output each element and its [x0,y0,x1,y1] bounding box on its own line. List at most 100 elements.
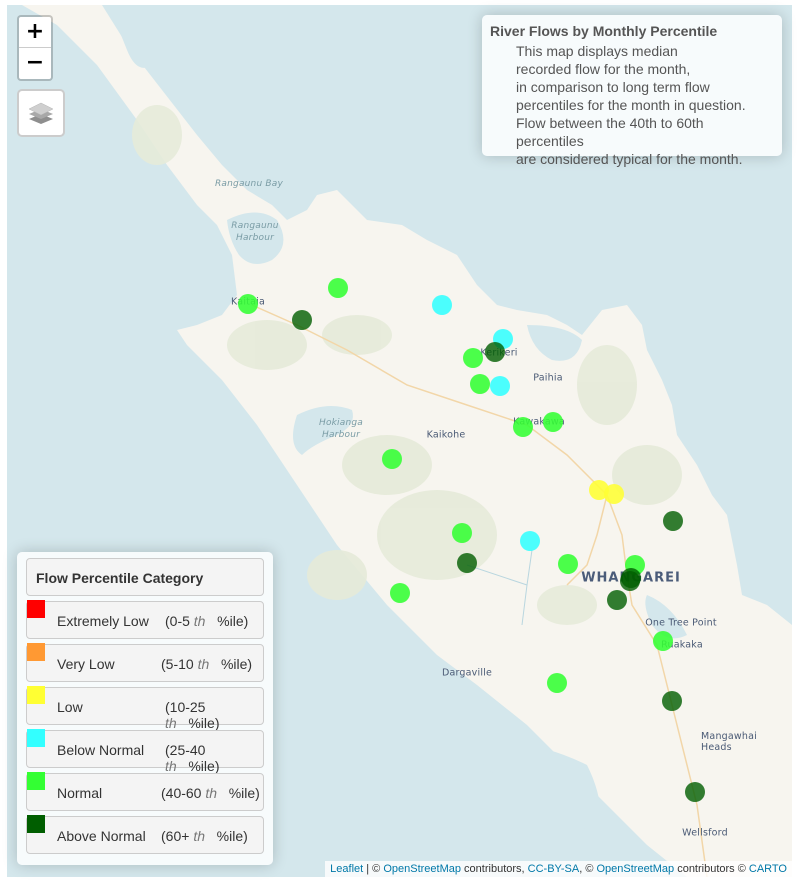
place-label-one-tree-point: One Tree Point [645,617,717,629]
station-marker-above-normal[interactable] [662,691,682,711]
legend-item-low: Low (10-25 th %ile) [26,686,264,731]
range-end: %ile) [216,828,248,844]
cc-by-sa-link[interactable]: CC-BY-SA [528,863,580,875]
zoom-control: + − [17,15,53,81]
zoom-out-button[interactable]: − [19,47,51,78]
range-th: th [193,828,205,844]
range-th: th [205,785,218,801]
range-th: th [193,613,206,629]
station-marker-above-normal[interactable] [620,571,640,591]
legend-item-above-normal: Above Normal (60+ th %ile) [26,815,264,854]
info-line: recorded flow for the month, [516,61,691,77]
leaflet-link[interactable]: Leaflet [330,863,363,875]
range-end: %ile) [217,613,249,629]
station-marker-normal[interactable] [513,417,533,437]
legend-title: Flow Percentile Category [26,558,264,596]
legend-item-below-normal: Below Normal (25-40 th %ile) [26,729,264,774]
legend-item-normal: Normal (40-60 th %ile) [26,772,264,811]
station-marker-above-normal[interactable] [685,782,705,802]
station-marker-normal[interactable] [653,631,673,651]
legend-range: (60+ th %ile) [161,828,248,844]
range-start: (0-5 [165,613,194,629]
station-marker-normal[interactable] [238,294,258,314]
range-th: th [165,715,177,731]
legend-swatch [27,643,45,661]
legend-swatch [27,772,45,790]
station-marker-above-normal[interactable] [485,342,505,362]
range-th: th [197,656,210,672]
range-th: th [165,758,177,774]
place-label-mangawhai-heads: Mangawhai Heads [701,731,757,753]
attribution-text: , © [579,863,597,875]
legend-label: Below Normal [57,742,145,758]
legend-range: (10-25 th %ile) [165,699,263,731]
legend-item-extremely-low: Extremely Low (0-5 th %ile) [26,600,264,639]
info-line: percentiles for the month in question. [516,97,746,113]
place-label-rangaunu-harbour: Rangaunu Harbour [231,221,279,243]
station-marker-normal[interactable] [390,583,410,603]
info-line: are considered typical for the month. [516,151,743,167]
station-marker-normal[interactable] [558,554,578,574]
osm-link[interactable]: OpenStreetMap [383,863,461,875]
place-label-dargaville: Dargaville [441,667,493,679]
station-marker-above-normal[interactable] [292,310,312,330]
attribution-text: contributors, [461,863,528,875]
place-label-kaikohe: Kaikohe [426,429,466,441]
legend-label: Normal [57,785,103,801]
legend-range: (5-10 th %ile) [161,656,252,672]
station-marker-normal[interactable] [328,278,348,298]
legend-swatch [27,600,45,618]
info-panel: River Flows by Monthly Percentile This m… [482,15,782,167]
legend-label: Low [57,699,83,715]
map-attribution: Leaflet | © OpenStreetMap contributors, … [325,861,792,877]
legend-swatch [27,686,45,704]
station-marker-normal[interactable] [470,374,490,394]
range-start: (10-25 [165,699,206,715]
info-line: Flow between the 40th to 60th percentile… [516,115,704,149]
place-label-rangaunu-bay: Rangaunu Bay [214,179,284,189]
station-marker-normal[interactable] [463,348,483,368]
legend-swatch [27,815,45,833]
range-start: (60+ [161,828,194,844]
info-line: This map displays median [516,43,678,59]
range-start: (5-10 [161,656,198,672]
station-marker-normal[interactable] [382,449,402,469]
station-marker-low[interactable] [604,484,624,504]
attribution-text: contributors © [674,863,749,875]
legend-label: Very Low [57,656,115,672]
carto-link[interactable]: CARTO [749,863,787,875]
info-line: in comparison to long term flow [516,79,710,95]
station-marker-below-normal[interactable] [490,376,510,396]
range-start: (40-60 [161,785,206,801]
station-marker-normal[interactable] [543,412,563,432]
info-title: River Flows by Monthly Percentile [490,23,718,39]
osm-link-2[interactable]: OpenStreetMap [596,863,674,875]
layers-icon [28,102,54,124]
station-marker-below-normal[interactable] [432,295,452,315]
range-end: %ile) [188,758,220,774]
legend-range: (40-60 th %ile) [161,785,260,801]
station-marker-normal[interactable] [452,523,472,543]
station-marker-above-normal[interactable] [607,590,627,610]
station-marker-normal[interactable] [547,673,567,693]
legend-range: (25-40 th %ile) [165,742,263,774]
range-end: %ile) [220,656,253,672]
place-label-hokianga-harbour: Hokianga Harbour [318,418,364,440]
layers-control-button[interactable] [17,89,65,137]
station-marker-below-normal[interactable] [520,531,540,551]
station-marker-above-normal[interactable] [457,553,477,573]
zoom-in-button[interactable]: + [19,17,51,47]
legend-swatch [27,729,45,747]
attribution-text: | © [363,863,384,875]
legend-panel: Flow Percentile Category Extremely Low (0… [17,552,273,865]
station-marker-above-normal[interactable] [663,511,683,531]
legend-range: (0-5 th %ile) [165,613,248,629]
legend-label: Above Normal [57,828,146,844]
place-label-paihia: Paihia [533,372,563,384]
legend-item-very-low: Very Low (5-10 th %ile) [26,643,264,682]
range-start: (25-40 [165,742,206,758]
place-label-wellsford: Wellsford [682,827,728,839]
range-end: %ile) [228,785,260,801]
legend-label: Extremely Low [57,613,149,629]
range-end: %ile) [188,715,220,731]
